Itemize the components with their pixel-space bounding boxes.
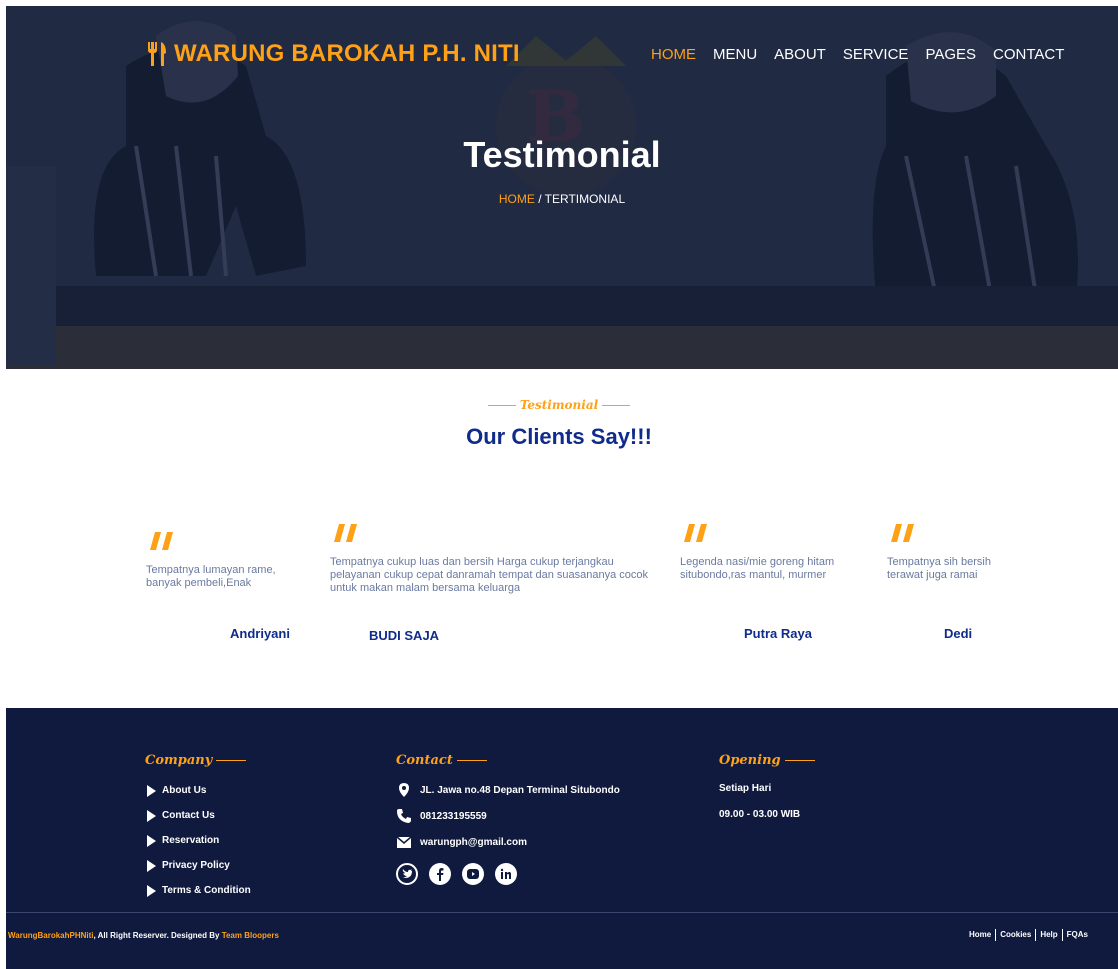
section-heading: Our Clients Say!!!: [466, 424, 652, 449]
copyright-team-link[interactable]: Team Bloopers: [222, 931, 279, 940]
quote-icon: [334, 524, 357, 542]
footer-opening-heading-text: Opening: [719, 753, 781, 768]
footer-link-label: Privacy Policy: [162, 860, 230, 871]
social-links: [396, 863, 620, 885]
copyright-brand[interactable]: WarungBarokahPHNiti: [8, 931, 94, 940]
nav-contact[interactable]: CONTACT: [993, 46, 1064, 63]
map-marker-icon: [399, 783, 409, 797]
footer-link-privacy[interactable]: Privacy Policy: [147, 853, 251, 878]
testimonial-author: BUDI SAJA: [369, 628, 440, 643]
page-title: Testimonial: [463, 134, 661, 175]
nav-pages[interactable]: PAGES: [925, 46, 976, 63]
contact-phone-text: 081233195559: [420, 810, 487, 822]
divider-line: [216, 760, 247, 761]
testimonial-text: Tempatnya sih bersih terawat juga ramai: [887, 556, 991, 581]
youtube-icon[interactable]: [462, 863, 484, 885]
footer-link-label: Contact Us: [162, 810, 215, 821]
section-label-text: Testimonial: [519, 398, 599, 412]
main-nav: HOME MENU ABOUT SERVICE PAGES CONTACT: [651, 46, 1081, 63]
nav-home[interactable]: HOME: [651, 46, 696, 63]
contact-email-text: warungph@gmail.com: [420, 836, 527, 848]
footer-link-label: Reservation: [162, 835, 220, 846]
testimonial-author: Putra Raya: [744, 626, 812, 641]
opening-hours: 09.00 - 03.00 WIB: [719, 809, 801, 820]
bottom-link-cookies[interactable]: Cookies: [995, 929, 1035, 941]
nav-menu[interactable]: MENU: [713, 46, 757, 63]
phone-icon: [397, 809, 411, 823]
bottom-link-help[interactable]: Help: [1035, 929, 1061, 941]
divider-line: [784, 760, 815, 761]
nav-about[interactable]: ABOUT: [774, 46, 826, 63]
footer-contact-heading: Contact: [396, 753, 487, 768]
contact-email: warungph@gmail.com: [396, 829, 620, 855]
footer-company-heading: Company: [145, 753, 247, 768]
footer-bottom-links: Home Cookies Help FQAs: [965, 929, 1092, 941]
divider-line: [487, 405, 516, 406]
twitter-icon[interactable]: [396, 863, 418, 885]
footer-divider: [6, 912, 1118, 913]
footer-link-label: About Us: [162, 785, 207, 796]
divider-line: [456, 760, 487, 761]
testimonial-text: Tempatnya cukup luas dan bersih Harga cu…: [330, 556, 648, 594]
footer: Company About Us Contact Us Reservation …: [6, 708, 1118, 969]
caret-right-icon: [147, 784, 156, 797]
utensils-icon: [148, 42, 166, 66]
quote-icon: [891, 524, 914, 542]
copyright-text: , All Right Reserver. Designed By: [93, 931, 222, 940]
caret-right-icon: [147, 834, 156, 847]
hero-banner: B WARUNG BAROKAH P.H. NITI HOME MENU ABO…: [6, 6, 1118, 369]
footer-opening-heading: Opening: [719, 753, 815, 768]
linkedin-icon[interactable]: [495, 863, 517, 885]
footer-link-contact[interactable]: Contact Us: [147, 803, 251, 828]
footer-company-links: About Us Contact Us Reservation Privacy …: [147, 778, 251, 903]
contact-address-text: JL. Jawa no.48 Depan Terminal Situbondo: [420, 784, 620, 796]
contact-address: JL. Jawa no.48 Depan Terminal Situbondo: [396, 777, 620, 803]
brand-name: WARUNG BAROKAH P.H. NITI: [174, 40, 520, 67]
copyright: WarungBarokahPHNiti, All Right Reserver.…: [8, 931, 279, 940]
divider-line: [602, 405, 631, 406]
breadcrumb-separator: /: [534, 192, 545, 206]
footer-link-terms[interactable]: Terms & Condition: [147, 878, 251, 903]
footer-contact-heading-text: Contact: [396, 753, 453, 768]
testimonial-text: Tempatnya lumayan rame, banyak pembeli,E…: [146, 564, 276, 589]
section-label: Testimonial: [0, 398, 1118, 412]
caret-right-icon: [147, 859, 156, 872]
bottom-link-home[interactable]: Home: [965, 929, 995, 941]
testimonial-card: Tempatnya cukup luas dan bersih Harga cu…: [330, 522, 655, 595]
quote-icon: [150, 532, 173, 550]
testimonial-author: Andriyani: [230, 626, 290, 641]
breadcrumb-home[interactable]: HOME: [499, 192, 535, 206]
footer-link-label: Terms & Condition: [162, 885, 251, 896]
footer-link-about[interactable]: About Us: [147, 778, 251, 803]
brand-logo[interactable]: WARUNG BAROKAH P.H. NITI: [146, 40, 520, 68]
caret-right-icon: [147, 884, 156, 897]
breadcrumb-current: TERTIMONIAL: [544, 192, 626, 206]
nav-service[interactable]: SERVICE: [843, 46, 909, 63]
caret-right-icon: [147, 809, 156, 822]
testimonial-card: Tempatnya sih bersih terawat juga ramai: [887, 522, 1027, 582]
envelope-icon: [396, 836, 412, 848]
footer-contact-info: JL. Jawa no.48 Depan Terminal Situbondo …: [396, 777, 620, 885]
testimonial-card: Tempatnya lumayan rame, banyak pembeli,E…: [146, 530, 306, 590]
testimonial-author: Dedi: [944, 626, 973, 641]
opening-days: Setiap Hari: [719, 783, 772, 794]
bottom-link-faqs[interactable]: FQAs: [1061, 929, 1092, 941]
testimonial-card: Legenda nasi/mie goreng hitam situbondo,…: [680, 522, 855, 582]
testimonial-text: Legenda nasi/mie goreng hitam situbondo,…: [680, 556, 835, 581]
facebook-icon[interactable]: [429, 863, 451, 885]
footer-company-heading-text: Company: [145, 753, 213, 768]
contact-phone: 081233195559: [396, 803, 620, 829]
footer-link-reservation[interactable]: Reservation: [147, 828, 251, 853]
quote-icon: [684, 524, 707, 542]
breadcrumb: HOME / TERTIMONIAL: [6, 192, 1118, 206]
